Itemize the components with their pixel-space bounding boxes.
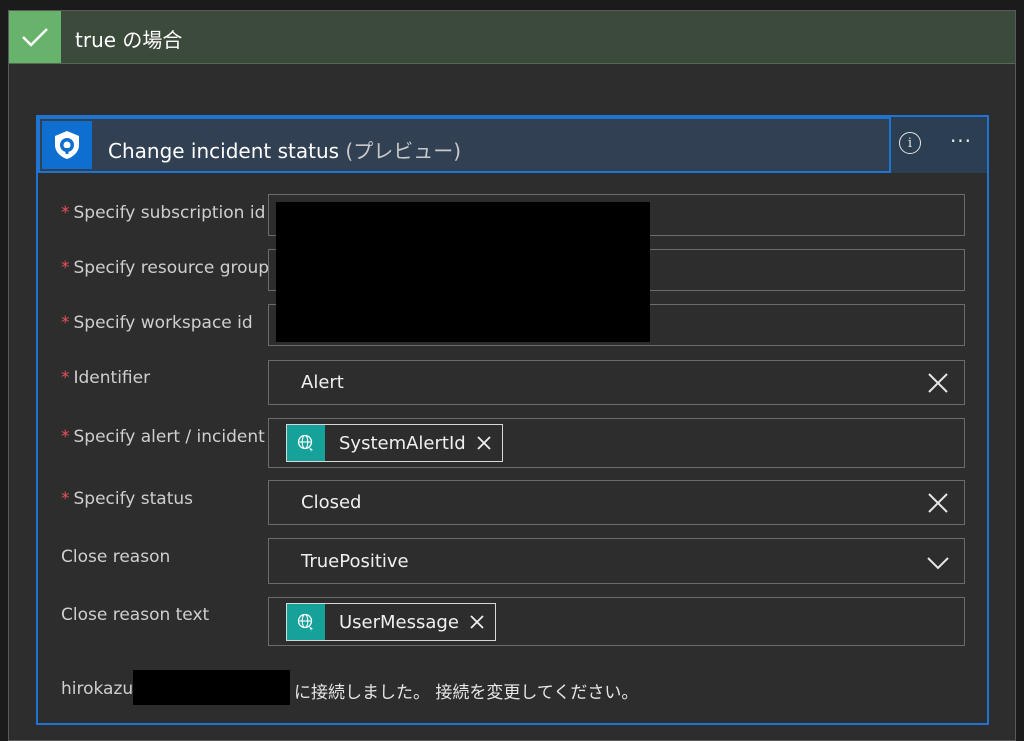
globe-icon [287, 425, 325, 461]
alert-incident-label: * Specify alert / incident [61, 427, 265, 447]
status-value: Closed [301, 492, 362, 513]
required-marker: * [61, 427, 70, 447]
token-label: UserMessage [339, 611, 459, 633]
subscription-label-text: Specify subscription id [73, 203, 266, 223]
info-icon[interactable]: i [899, 132, 921, 154]
identifier-field[interactable]: Alert [268, 360, 965, 405]
preview-tag: (プレビュー) [345, 139, 462, 163]
close-reason-text-field[interactable]: UserMessage [268, 597, 965, 646]
workspace-label: * Specify workspace id [61, 313, 253, 333]
close-reason-value: TruePositive [301, 551, 409, 572]
condition-scope: true の場合 Change incident status (プレビュー) … [8, 10, 1016, 741]
remove-token-icon[interactable] [476, 435, 492, 451]
workspace-label-text: Specify workspace id [73, 313, 253, 333]
close-reason-dropdown[interactable]: TruePositive [268, 538, 965, 584]
action-title-text: Change incident status [108, 139, 340, 163]
close-reason-text-label-text: Close reason text [61, 605, 210, 625]
alert-incident-field[interactable]: SystemAlertId [268, 418, 965, 468]
redacted-user [133, 670, 290, 705]
action-card-header: Change incident status (プレビュー) i ··· [38, 117, 987, 173]
identifier-label-text: Identifier [73, 368, 151, 388]
connection-user: hirokazu [61, 679, 134, 699]
dynamic-content-token[interactable]: SystemAlertId [286, 424, 503, 462]
chevron-down-icon[interactable] [926, 551, 950, 575]
action-title-bar[interactable]: Change incident status (プレビュー) [38, 117, 891, 173]
close-reason-label-text: Close reason [61, 547, 171, 567]
redacted-area [276, 202, 650, 342]
checkmark-icon [9, 11, 61, 63]
status-field[interactable]: Closed [268, 480, 965, 525]
action-title: Change incident status (プレビュー) [108, 135, 461, 164]
resource-group-label: * Specify resource group [61, 258, 269, 278]
dynamic-content-token[interactable]: UserMessage [286, 603, 496, 641]
resource-group-label-text: Specify resource group [73, 258, 270, 278]
scope-header[interactable]: true の場合 [9, 11, 1015, 64]
close-reason-label: Close reason [61, 547, 170, 567]
token-label: SystemAlertId [339, 432, 466, 454]
clear-identifier-icon[interactable] [926, 371, 950, 395]
clear-status-icon[interactable] [926, 491, 950, 515]
status-label: * Specify status [61, 489, 193, 509]
required-marker: * [61, 258, 70, 278]
subscription-label: * Specify subscription id [61, 203, 265, 223]
required-marker: * [61, 313, 70, 333]
alert-incident-label-text: Specify alert / incident [73, 427, 265, 447]
remove-token-icon[interactable] [469, 614, 485, 630]
scope-title: true の場合 [75, 28, 183, 52]
identifier-label: * Identifier [61, 368, 150, 388]
required-marker: * [61, 368, 70, 388]
required-marker: * [61, 489, 70, 509]
connection-message[interactable]: に接続しました。 接続を変更してください。 [294, 678, 638, 703]
action-card: Change incident status (プレビュー) i ··· * Sp… [36, 115, 989, 725]
globe-icon [287, 604, 325, 640]
more-options-icon[interactable]: ··· [946, 129, 976, 157]
identifier-value: Alert [301, 372, 344, 393]
close-reason-text-label: Close reason text [61, 605, 209, 625]
shield-icon [42, 121, 92, 169]
status-label-text: Specify status [73, 489, 194, 509]
required-marker: * [61, 203, 70, 223]
